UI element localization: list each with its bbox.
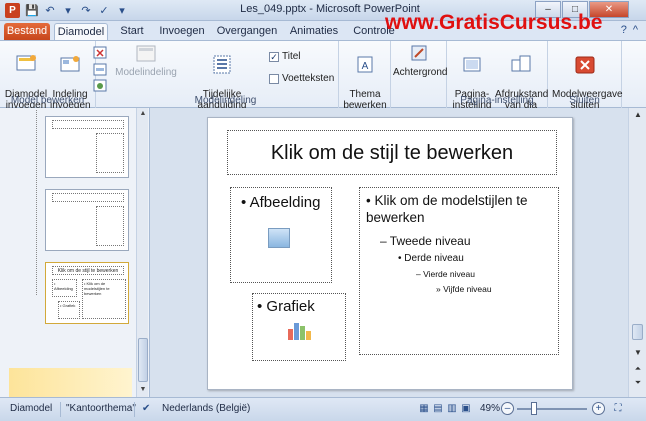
undo-icon[interactable]: ↶ [43,4,57,18]
placeholder-icon [213,55,231,74]
tab-overgangen[interactable]: Overgangen [216,23,278,40]
tab-file[interactable]: Bestand [4,23,50,40]
scroll-up-icon[interactable]: ▲ [632,110,644,120]
group-achtergrond: Achtergrond [391,41,447,108]
customize-qat-icon[interactable]: ▾ [115,4,129,18]
thumbnail-layout-1[interactable] [45,116,129,178]
ribbon-misc: ? ^ [621,24,638,36]
rename-icon[interactable] [93,63,107,76]
slide-thumbnail-pane: Klik om de stijl te bewerken • Afbeeldin… [0,108,150,421]
slide-sorter-icon[interactable]: ▤ [432,403,444,415]
page-setup-icon [463,57,481,72]
slide-canvas[interactable]: Klik om de stijl te bewerken • Afbeeldin… [207,117,573,390]
background-button[interactable]: Achtergrond [393,43,447,78]
group-label-sluiten: Sluiten [569,95,600,106]
redo-icon[interactable]: ↷ [79,4,93,18]
collapse-ribbon-icon[interactable]: ^ [633,24,638,36]
picture-icon[interactable] [268,228,290,248]
body-placeholder[interactable]: • Klik om de modelstijlen te bewerken – … [359,187,559,355]
svg-text:A: A [362,61,369,72]
group-model-bewerken: Diamodel invoegen Indeling invoegen Mode… [0,41,107,111]
group-modelindeling: Modelindeling Tijdelijke aanduiding invo… [113,41,339,122]
slide-editing-area: Klik om de stijl te bewerken • Afbeeldin… [150,108,628,397]
fit-to-window-icon[interactable]: ⛶ [612,403,624,415]
dropdown-arrow-icon[interactable]: ▾ [61,4,75,18]
master-layout-button[interactable]: Modelindeling [115,43,177,78]
zoom-percentage[interactable]: 49% [480,403,500,414]
save-icon[interactable]: 💾 [25,4,39,18]
reading-view-icon[interactable]: ▥ [446,403,458,415]
delete-icon[interactable] [93,46,107,59]
chart-placeholder[interactable]: • Grafiek [252,293,346,361]
group-thema: A Thema bewerken [339,41,391,111]
zoom-out-icon[interactable]: – [501,402,514,415]
zoom-slider[interactable] [517,408,587,410]
close-master-icon [575,56,595,74]
scroll-down-icon[interactable]: ▼ [138,385,148,395]
normal-view-icon[interactable]: ▦ [418,403,430,415]
group-label-pagina-instelling: Pagina-instelling [460,95,534,106]
tab-animaties[interactable]: Animaties [288,23,340,40]
tab-invoegen[interactable]: Invoegen [158,23,206,40]
powerpoint-logo-icon[interactable]: P [5,3,20,18]
insert-layout-icon [60,56,80,72]
spelling-check-icon[interactable]: ✔ [142,403,150,414]
orientation-icon [511,55,531,72]
quick-access-toolbar: 💾 ↶ ▾ ↷ ✓ ▾ [25,2,129,19]
group-label-model-bewerken: Model bewerken [10,95,85,106]
zoom-slider-knob[interactable] [531,402,537,415]
title-placeholder[interactable]: Klik om de stijl te bewerken [227,130,557,175]
status-view: Diamodel [10,403,53,414]
background-icon [411,45,427,61]
scroll-down-icon[interactable]: ▼ [632,348,644,358]
slide-scroll-thumb[interactable] [632,324,643,340]
tab-start[interactable]: Start [116,23,148,40]
theme-icon: A [357,56,373,73]
slideshow-icon[interactable]: ▣ [460,403,472,415]
slide-scrollbar[interactable]: ▲ ▼ ⏶ ⏷ [628,108,646,397]
status-theme[interactable]: "Kantoorthema" [66,403,136,414]
previous-slide-icon[interactable]: ⏶ [632,364,644,374]
titel-checkbox[interactable]: ✓ Titel [269,51,301,62]
group-pagina-instelling: Pagina- instelling Afdrukstand van dia P… [447,41,548,111]
chart-icon[interactable] [286,319,312,341]
status-bar: Diamodel "Kantoorthema" ✔ Nederlands (Be… [0,397,646,421]
thumbnail-scroll-thumb[interactable] [138,338,148,382]
ribbon: Diamodel invoegen Indeling invoegen Mode… [0,40,646,122]
spelling-icon[interactable]: ✓ [97,4,111,18]
thumbnail-layout-3[interactable]: Klik om de stijl te bewerken • Afbeeldin… [45,262,129,324]
group-label-modelindeling: Modelindeling [194,95,257,106]
preserve-icon[interactable] [93,79,107,92]
group-sluiten: Modelweergave sluiten Sluiten [548,41,623,111]
master-layout-icon [136,45,156,62]
titel-checkmark-icon: ✓ [269,51,279,62]
picture-placeholder[interactable]: • Afbeelding [230,187,332,283]
thumbnail-scrollbar[interactable]: ▲ ▼ [136,108,148,397]
watermark: www.GratisCursus.be [385,11,603,34]
tab-diamodel[interactable]: Diamodel [54,23,108,40]
status-language[interactable]: Nederlands (België) [162,403,250,414]
next-slide-icon[interactable]: ⏷ [632,378,644,388]
help-icon[interactable]: ? [621,24,627,36]
zoom-in-icon[interactable]: + [592,402,605,415]
footers-checkbox[interactable]: Voetteksten [269,73,334,84]
scroll-up-icon[interactable]: ▲ [138,109,148,119]
edit-theme-button[interactable]: A Thema bewerken [341,43,389,111]
insert-master-icon [16,55,36,71]
thumbnail-layout-2[interactable] [45,189,129,251]
